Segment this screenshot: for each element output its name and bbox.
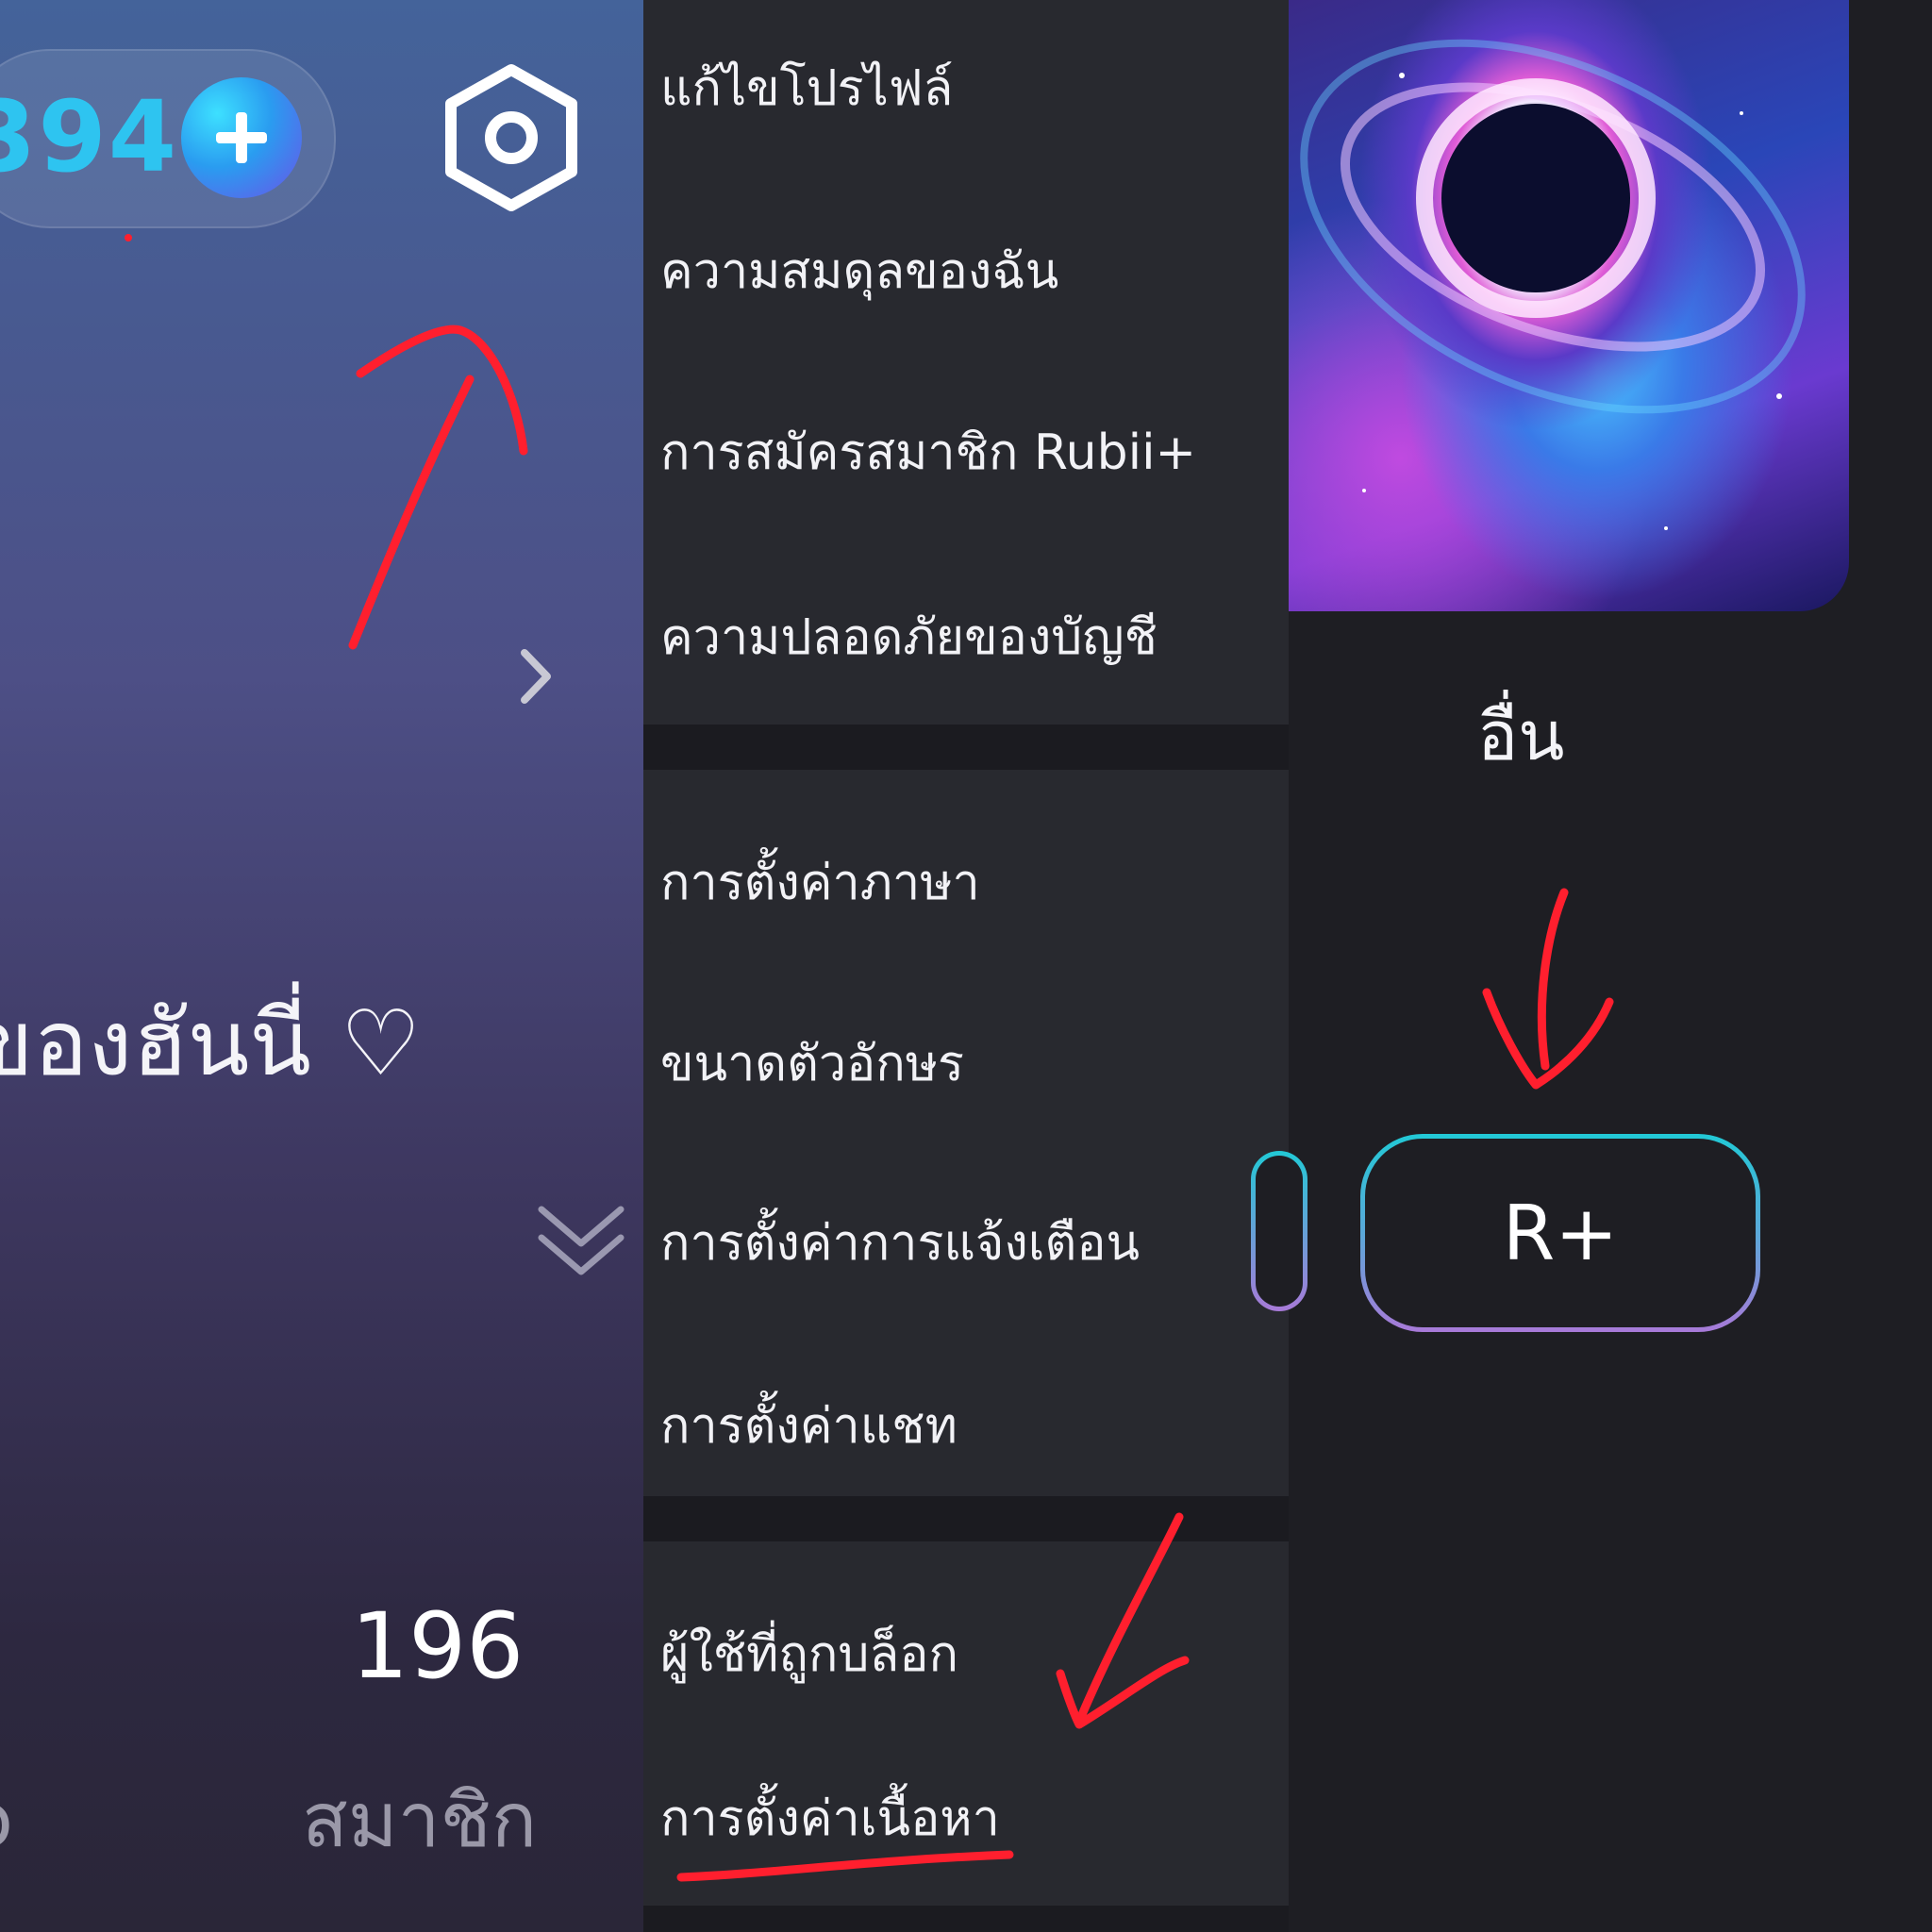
add-coins-button[interactable] (181, 77, 302, 198)
menu-item-subscription[interactable]: การสมัครสมาชิก Rubii+ (660, 406, 1196, 500)
menu-item-account-security[interactable]: ความปลอดภัยของบัญชี (660, 591, 1158, 685)
settings-hex-icon[interactable] (436, 62, 587, 213)
menu-item-language-settings[interactable]: การตั้งค่าภาษา (660, 836, 980, 930)
stat-label-partial: ɔ (0, 1774, 13, 1868)
menu-group-preferences: การตั้งค่าภาษา ขนาดตัวอักษร การตั้งค่ากา… (643, 770, 1289, 1496)
menu-group-account: แก้ไขโปรไฟล์ ความสมดุลของฉัน การสมัครสมา… (643, 0, 1289, 724)
menu-item-font-size[interactable]: ขนาดตัวอักษร (660, 1017, 964, 1111)
menu-item-my-balance[interactable]: ความสมดุลของฉัน (660, 225, 1058, 319)
r-plus-button[interactable]: R+ (1360, 1134, 1760, 1332)
galaxy-artwork-detail (1300, 39, 1806, 530)
member-count: 196 (351, 1593, 525, 1699)
plus-icon (216, 112, 267, 163)
member-label: สมาชิก (302, 1776, 538, 1864)
r-plus-label: R+ (1502, 1189, 1619, 1277)
menu-item-blocked-users[interactable]: ผู้ใช้ที่ถูกบล็อก (660, 1607, 958, 1702)
section-heading-other: อื่น (1477, 696, 1565, 775)
right-panel: อื่น R+ (1256, 0, 1932, 1932)
partial-button[interactable] (1251, 1151, 1307, 1311)
menu-item-chat-settings[interactable]: การตั้งค่าแชท (660, 1379, 958, 1474)
menu-item-content-settings[interactable]: การตั้งค่าเนื้อหา (660, 1772, 1000, 1866)
menu-item-notification-settings[interactable]: การตั้งค่าการแจ้งเตือน (660, 1196, 1140, 1291)
galaxy-artwork-image[interactable] (1289, 0, 1849, 611)
menu-item-edit-profile[interactable]: แก้ไขโปรไฟล์ (660, 42, 953, 136)
menu-group-content: ผู้ใช้ที่ถูกบล็อก การตั้งค่าเนื้อหา (643, 1541, 1289, 1906)
profile-title: ของฮันนี่ ♡ (0, 991, 422, 1096)
profile-panel: 394 ของฮันนี่ ♡ 196 ɔ สมาชิก (0, 0, 643, 1932)
coin-count: 394 (0, 79, 179, 194)
double-chevron-down-icon[interactable] (534, 1198, 628, 1283)
chevron-right-icon[interactable] (517, 643, 555, 709)
settings-menu: แก้ไขโปรไฟล์ ความสมดุลของฉัน การสมัครสมา… (643, 0, 1289, 1932)
